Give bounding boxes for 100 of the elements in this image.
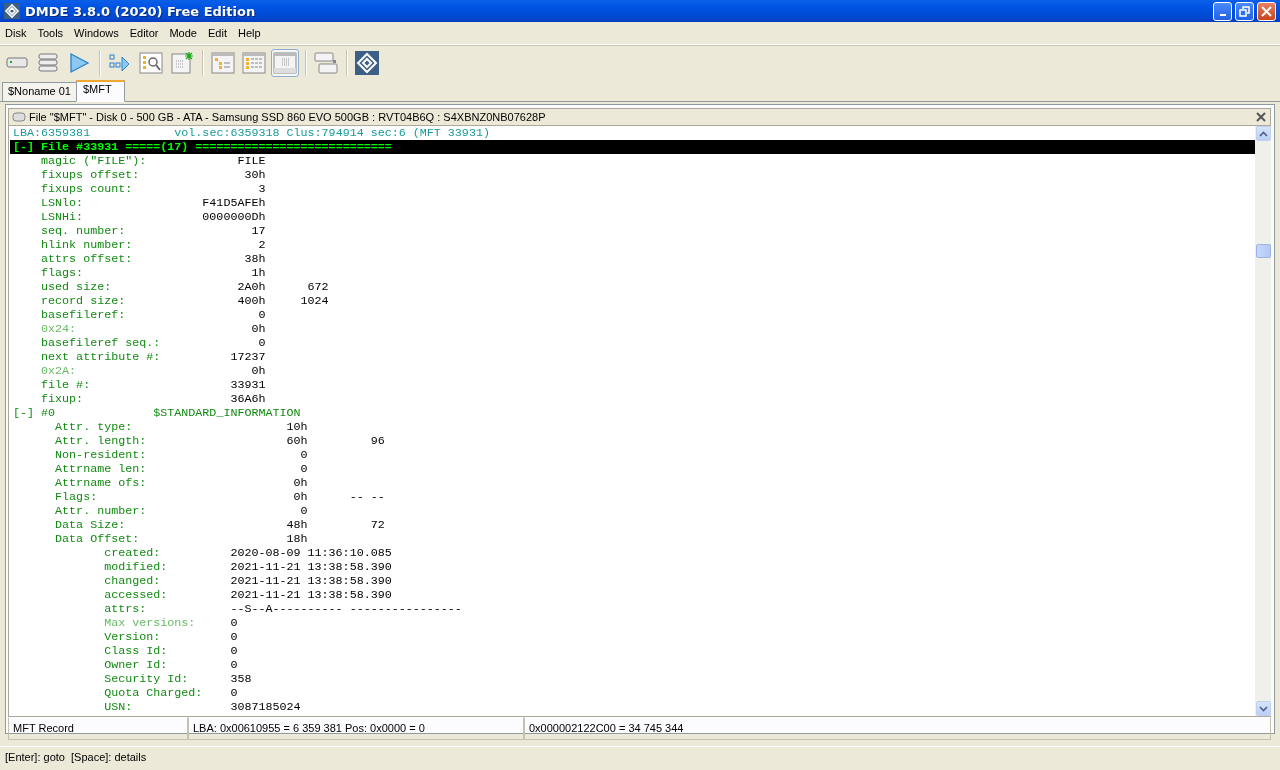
- field-value: 0: [230, 616, 238, 630]
- status-text: MFT Record: [8, 717, 188, 740]
- toolbar-button[interactable]: [353, 49, 381, 77]
- field-value: 3: [257, 182, 266, 196]
- field-value: 0000000Dh: [201, 210, 266, 224]
- field-label: basefileref:: [41, 308, 127, 322]
- field-label: fixups count:: [41, 182, 134, 196]
- new-file-icon: [170, 51, 194, 75]
- close-icon[interactable]: [1256, 112, 1266, 122]
- field-value: 60h: [285, 434, 308, 448]
- field-label: record size:: [41, 294, 127, 308]
- field-value: 0: [230, 630, 238, 644]
- field-value: 33931: [229, 378, 266, 392]
- panels-icon: [314, 51, 338, 75]
- play-icon: [67, 51, 91, 75]
- field-value: 3087185024: [230, 700, 301, 714]
- field-label: Class Id:: [104, 644, 169, 658]
- field-label: attrs:: [104, 602, 148, 616]
- window-title: DMDE 3.8.0 (2020) Free Edition: [25, 3, 257, 19]
- close-button[interactable]: [1257, 1, 1276, 21]
- field-label: Attrname len:: [55, 462, 148, 476]
- drive-icon: [12, 111, 26, 123]
- list-icon: [242, 51, 266, 75]
- field-label: basefileref seq.:: [41, 336, 162, 350]
- field-value: 17: [250, 224, 266, 238]
- position-text: vol.sec:6359318 Clus:794914 sec:6 (MFT 33931): [174, 126, 490, 140]
- grid-icon: [273, 51, 297, 75]
- toolbar-button[interactable]: [168, 49, 196, 77]
- field-value: 2021-11-21 13:38:58.390: [230, 560, 392, 574]
- tab[interactable]: $Noname 01: [2, 82, 77, 101]
- field-label: LSNlo:: [41, 196, 85, 210]
- field-value: 0: [299, 448, 308, 462]
- menu-item[interactable]: Disk: [0, 27, 33, 39]
- field-label: modified:: [104, 560, 169, 574]
- attribute-name: $STANDARD_INFORMATION: [153, 406, 301, 420]
- field-label: Data Size:: [55, 518, 127, 532]
- field-value: 0h: [292, 490, 308, 504]
- restore-icon: [1239, 5, 1250, 17]
- minimize-button[interactable]: [1213, 1, 1232, 21]
- field-value: 0h: [292, 476, 308, 490]
- field-label: Attr. number:: [55, 504, 148, 518]
- stack-icon: [36, 51, 60, 75]
- field-label: Quota Charged:: [104, 686, 204, 700]
- field-value: 1024: [299, 294, 329, 308]
- field-label: Attr. type:: [55, 420, 134, 434]
- field-label: Non-resident:: [55, 448, 148, 462]
- field-label: 0x2A:: [41, 364, 78, 378]
- menu-item[interactable]: Editor: [124, 27, 165, 39]
- restore-button[interactable]: [1235, 1, 1254, 21]
- field-label: fixup:: [41, 392, 85, 406]
- field-value: 10h: [285, 420, 308, 434]
- field-value: 0: [230, 686, 238, 700]
- field-label: seq. number:: [41, 224, 127, 238]
- field-value: 672: [306, 280, 329, 294]
- field-label: changed:: [104, 574, 162, 588]
- menu-item[interactable]: Edit: [203, 27, 233, 39]
- status-text: LBA: 0x00610955 = 6 359 381 Pos: 0x0000 = 0: [188, 717, 524, 740]
- field-value: --S--A----------: [230, 602, 343, 616]
- field-value: 0: [230, 644, 238, 658]
- position-text: LBA:6359381: [13, 126, 92, 140]
- field-value: 48h: [285, 518, 308, 532]
- field-value: 2A0h: [236, 280, 266, 294]
- status-text: 0x000002122C00 = 34 745 344: [524, 717, 1271, 740]
- menu-item[interactable]: Tools: [32, 27, 70, 39]
- field-value: 17237: [229, 350, 266, 364]
- field-label: magic ("FILE"):: [41, 154, 148, 168]
- field-value: 2020-08-09 11:36:10.085: [230, 546, 392, 560]
- menu-item[interactable]: Windows: [69, 27, 125, 39]
- scroll-thumb[interactable]: [1255, 244, 1271, 258]
- field-label: USN:: [104, 700, 134, 714]
- field-value: 0: [257, 308, 266, 322]
- field-value: 0: [299, 462, 308, 476]
- field-label: fixups offset:: [41, 168, 141, 182]
- field-label: accessed:: [104, 588, 169, 602]
- field-label: Security Id:: [104, 672, 190, 686]
- field-value: 2021-11-21 13:38:58.390: [230, 588, 392, 602]
- field-value: 96: [369, 434, 385, 448]
- scrollbar[interactable]: [1255, 126, 1271, 716]
- field-value: 36A6h: [229, 392, 266, 406]
- field-value: F41D5AFEh: [201, 196, 266, 210]
- field-label: 0x24:: [41, 322, 78, 336]
- field-value: 0: [257, 336, 266, 350]
- field-label: created:: [104, 546, 162, 560]
- record-header[interactable]: [-] File #33931 =====(17) ============================: [10, 140, 1255, 154]
- tab[interactable]: $MFT: [76, 80, 125, 102]
- scroll-down-icon[interactable]: [1258, 705, 1268, 712]
- menu-item[interactable]: Help: [232, 27, 267, 39]
- scroll-up-icon[interactable]: [1258, 130, 1268, 137]
- field-value: FILE: [236, 154, 266, 168]
- field-value: 0h: [250, 364, 266, 378]
- minimize-icon: [1219, 13, 1226, 16]
- field-value: 2021-11-21 13:38:58.390: [230, 574, 392, 588]
- field-label: hlink number:: [41, 238, 134, 252]
- field-value: 1h: [250, 266, 266, 280]
- field-value: 30h: [243, 168, 266, 182]
- field-label: Attrname ofs:: [55, 476, 148, 490]
- toolbar-button[interactable]: [137, 49, 165, 77]
- menu-item[interactable]: Mode: [164, 27, 203, 39]
- key-hint: [Enter]: goto [Space]: details: [5, 751, 147, 763]
- field-label: Max versions:: [104, 616, 197, 630]
